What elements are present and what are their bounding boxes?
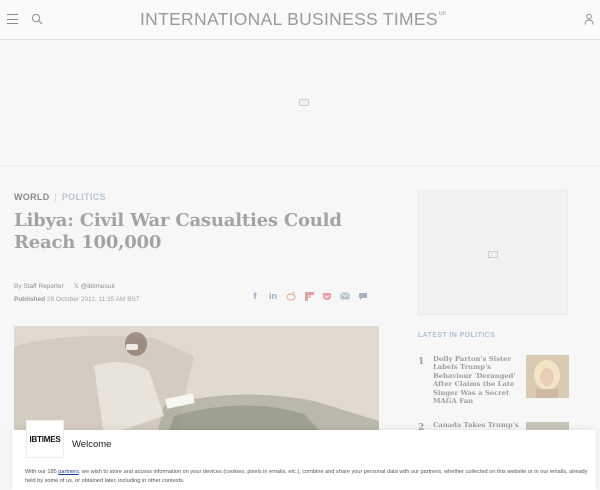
latest-item-thumbnail[interactable] [526,355,569,398]
tag-separator: | [54,192,57,202]
consent-text-after: , we wish to store and access informatio… [25,469,588,484]
x-icon: 𝕏 [73,283,79,290]
site-logo-edition: UK [438,11,447,17]
consent-text: With our 185 partners, we wish to store … [25,468,595,486]
tag-world[interactable]: WORLD [14,192,50,202]
site-logo-text: INTERNATIONAL BUSINESS TIMES [140,9,438,29]
search-icon[interactable] [31,13,43,25]
site-logo[interactable]: INTERNATIONAL BUSINESS TIMESUK [140,9,446,30]
flipboard-icon[interactable] [304,291,314,301]
linkedin-icon[interactable]: in [268,291,278,301]
ad-placeholder-icon [299,99,309,106]
latest-item-title[interactable]: Dolly Parton's Sister Labels Trump's Beh… [433,355,523,405]
top-ad-slot [0,41,600,166]
partners-link[interactable]: partners [58,469,79,475]
comment-icon[interactable] [358,291,368,301]
author-link[interactable]: Staff Reporter [23,283,63,290]
consent-banner: IBTIMES Welcome With our 185 partners, w… [12,420,596,490]
ad-placeholder-icon [488,251,498,258]
byline: By Staff Reporter 𝕏 @ibtimesuk [14,282,115,290]
pocket-icon[interactable] [322,291,332,301]
hero-photo [14,326,379,446]
user-icon[interactable] [584,13,594,25]
site-header: INTERNATIONAL BUSINESS TIMESUK [0,0,600,40]
consent-title: Welcome [72,439,112,450]
menu-icon[interactable] [7,14,18,24]
latest-item-number: 1 [418,357,425,367]
tag-politics[interactable]: POLITICS [62,192,106,202]
published-label: Published [14,296,46,303]
byline-prefix: By [14,283,22,290]
consent-text-before: With our 185 [25,469,59,475]
latest-item-title[interactable]: Canada Takes Trump's [433,421,523,429]
section-tags: WORLD | POLITICS [14,192,106,202]
published-date: Published 26 October 2011, 11:35 AM BST [14,296,140,303]
published-date-value: 26 October 2011, 11:35 AM BST [46,296,140,303]
latest-in-politics-heading: LATEST IN POLITICS [418,332,496,339]
x-handle-link[interactable]: 𝕏 @ibtimesuk [74,283,115,290]
latest-item[interactable]: 1 Dolly Parton's Sister Labels Trump's B… [418,355,573,405]
article-hero-image [14,326,379,446]
sidebar-ad-slot [418,190,568,315]
x-handle-text: @ibtimesuk [80,283,115,290]
facebook-icon[interactable]: f [250,291,260,301]
article-headline: Libya: Civil War Casualties Could Reach … [14,210,342,253]
share-bar: f in [250,290,368,302]
thumbnail-photo [526,355,569,398]
email-icon[interactable] [340,291,350,301]
consent-logo: IBTIMES [26,420,64,458]
reddit-icon[interactable] [286,291,296,301]
page: INTERNATIONAL BUSINESS TIMESUK WORLD | POL… [0,0,600,490]
